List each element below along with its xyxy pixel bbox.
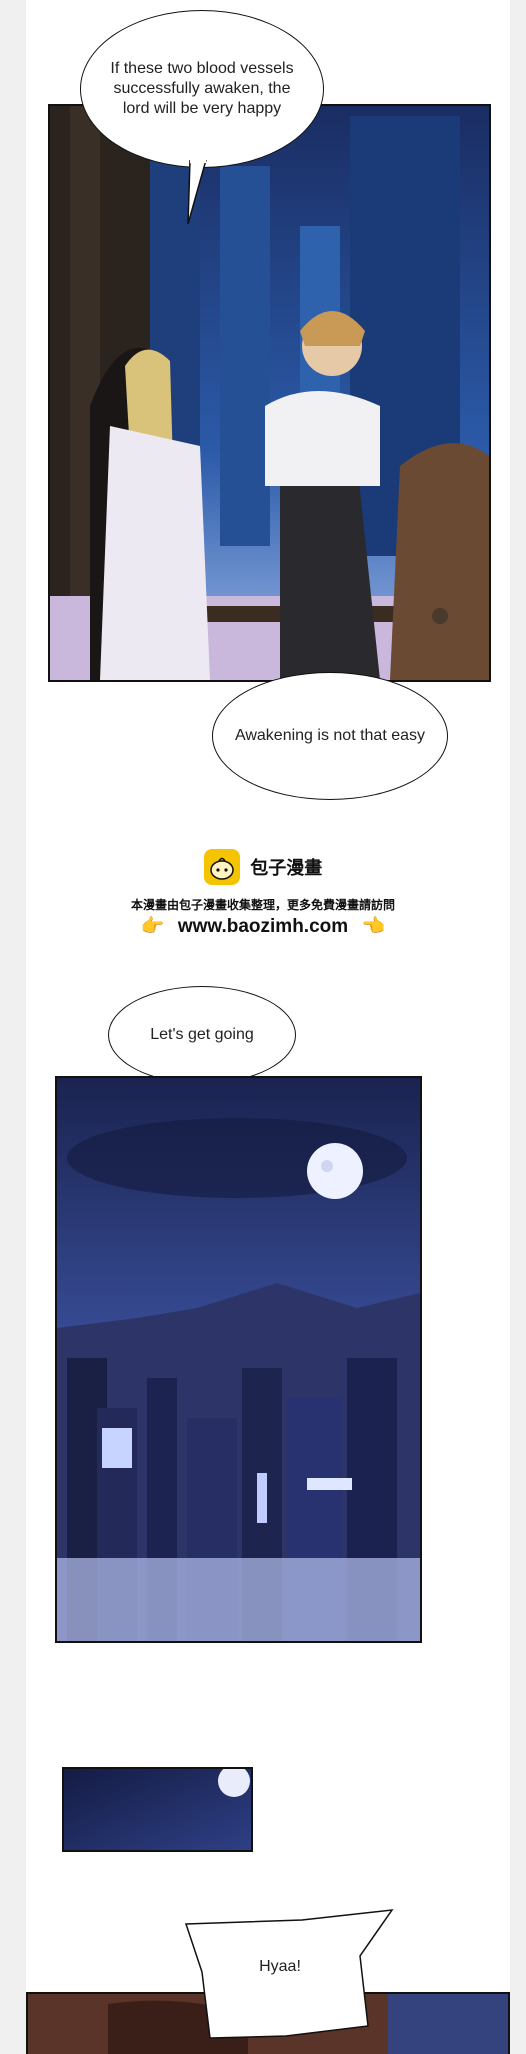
speech-bubble-blood-vessels: If these two blood vessels successfully … bbox=[80, 10, 324, 168]
bun-logo-icon bbox=[203, 849, 240, 885]
pointing-right-icon: 👉 bbox=[140, 916, 165, 937]
city-characters-illustration bbox=[50, 106, 489, 680]
pointing-left-icon: 👈 bbox=[361, 916, 386, 937]
panel-night-city bbox=[55, 1076, 422, 1643]
speech-text-get-going: Let's get going bbox=[150, 1026, 254, 1043]
moon-sky-illustration bbox=[64, 1769, 251, 1850]
watermark-url-row: 👉 www.baozimh.com 👈 bbox=[0, 914, 526, 938]
watermark: 包子漫畫 bbox=[0, 849, 526, 885]
shout-text-hyaa: Hyaa! bbox=[259, 1958, 301, 1975]
watermark-brand: 包子漫畫 bbox=[250, 858, 323, 878]
watermark-notice: 本漫畫由包子漫畫收集整理，更多免費漫畫請訪問 bbox=[130, 898, 395, 912]
speech-text-awakening: Awakening is not that easy bbox=[234, 727, 426, 744]
bubble-tail-1 bbox=[187, 160, 207, 225]
shout-bubble-hyaa: Hyaa! bbox=[220, 1958, 340, 1976]
watermark-url[interactable]: www.baozimh.com bbox=[178, 916, 348, 937]
panel-city-characters bbox=[48, 104, 491, 682]
speech-text-blood-vessels: If these two blood vessels successfully … bbox=[110, 60, 294, 117]
panel-moon-small bbox=[62, 1767, 253, 1852]
night-city-illustration bbox=[57, 1078, 420, 1641]
speech-bubble-awakening: Awakening is not that easy bbox=[212, 672, 448, 800]
speech-bubble-get-going: Let's get going bbox=[108, 986, 296, 1084]
